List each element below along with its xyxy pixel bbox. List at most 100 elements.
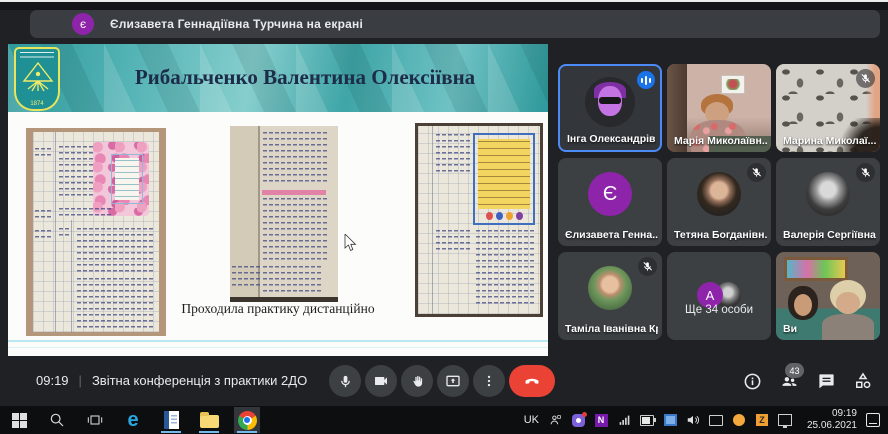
monitor-tray-icon[interactable] xyxy=(778,413,792,427)
notebook-photo-right xyxy=(415,123,543,317)
decoration-card xyxy=(111,154,143,204)
word-button[interactable] xyxy=(158,407,184,433)
participant-tile-maryna[interactable]: Марина Миколаї... xyxy=(776,64,880,152)
column-rule xyxy=(71,220,72,332)
meeting-details-button[interactable] xyxy=(741,370,763,392)
slide-divider-line xyxy=(8,340,548,342)
photo-avatar xyxy=(588,266,632,310)
presenter-avatar: є xyxy=(72,13,94,35)
viber-tray-icon[interactable] xyxy=(571,413,585,427)
participant-name: Єлизавета Генна... xyxy=(565,229,658,241)
chat-button[interactable] xyxy=(815,370,837,392)
margin-rule xyxy=(432,126,433,314)
participant-tile-inga[interactable]: Інга Олександрів... xyxy=(558,64,662,152)
participant-tile-tetyana[interactable]: Тетяна Богданівн... xyxy=(667,158,771,246)
call-controls xyxy=(329,365,555,397)
wall-painting xyxy=(784,257,848,281)
display-tray-icon[interactable] xyxy=(663,413,677,427)
slide-title: Рибальченко Валентина Олексіївна xyxy=(72,65,538,90)
handwriting-block xyxy=(436,230,472,252)
participant-name: Валерія Сергіївна... xyxy=(783,229,876,241)
battery-tray-icon[interactable] xyxy=(640,413,654,427)
file-explorer-button[interactable] xyxy=(196,407,222,433)
self-view-tile[interactable]: Ви xyxy=(776,252,880,340)
action-center-button[interactable] xyxy=(866,413,880,427)
meet-window: є Єлизавета Геннадіївна Турчина на екран… xyxy=(0,0,888,434)
participant-name: Тетяна Богданівн... xyxy=(674,229,767,241)
meet-control-bar: 09:19 | Звітна конференція з практики 2Д… xyxy=(0,356,888,406)
margin-rule xyxy=(55,132,56,332)
mic-off-icon xyxy=(638,257,657,276)
handwriting-block xyxy=(35,148,53,156)
photo-avatar xyxy=(697,172,741,216)
participant-count-badge: 43 xyxy=(785,363,804,378)
mic-off-icon xyxy=(856,69,875,88)
people-tray-icon[interactable] xyxy=(548,413,562,427)
onenote-tray-icon[interactable]: N xyxy=(594,413,608,427)
participant-tile-maria[interactable]: Марія Миколаївн... xyxy=(667,64,771,152)
system-tray: UK N Z 09:19 25.06.2021 xyxy=(524,408,888,433)
handwriting-block xyxy=(59,208,111,216)
handwriting-block xyxy=(263,132,327,186)
keyboard-tray-icon[interactable] xyxy=(709,413,723,427)
network-tray-icon[interactable] xyxy=(617,413,631,427)
participant-name: Інга Олександрів... xyxy=(567,133,656,145)
participant-name: Марина Миколаї... xyxy=(783,135,876,147)
participant-name: Таміла Іванівна Кр... xyxy=(565,323,658,335)
clock-time: 09:19 xyxy=(801,408,857,421)
mouse-cursor xyxy=(344,234,357,252)
edge-button[interactable]: e xyxy=(120,407,146,433)
edge-icon: e xyxy=(127,410,138,430)
notebook-page xyxy=(33,132,159,332)
language-indicator[interactable]: UK xyxy=(524,414,539,426)
mic-button[interactable] xyxy=(329,365,361,397)
participant-tile-valeria[interactable]: Валерія Сергіївна... xyxy=(776,158,880,246)
notebook-page xyxy=(418,126,540,314)
participants-button[interactable]: 43 xyxy=(778,370,800,392)
notification-icon xyxy=(866,413,880,427)
avatar-cartoon xyxy=(585,77,635,127)
task-view-button[interactable] xyxy=(82,407,108,433)
present-screen-button[interactable] xyxy=(437,365,469,397)
folder-icon xyxy=(200,415,219,428)
participant-tile-tamila[interactable]: Таміла Іванівна Кр... xyxy=(558,252,662,340)
leave-call-button[interactable] xyxy=(509,365,555,397)
handwriting-block xyxy=(77,228,155,274)
raise-hand-button[interactable] xyxy=(401,365,433,397)
start-button[interactable] xyxy=(6,407,32,433)
handwriting-block xyxy=(436,134,472,174)
audio-indicator-icon xyxy=(637,71,655,89)
meeting-name: Звітна конференція з практики 2ДО xyxy=(92,373,307,388)
more-options-button[interactable] xyxy=(473,365,505,397)
participant-name: Марія Миколаївн... xyxy=(674,135,767,147)
logo-emblem xyxy=(21,61,55,93)
logo-year: 1874 xyxy=(16,101,58,107)
slide-divider-line-2 xyxy=(8,347,548,348)
search-icon xyxy=(49,412,65,428)
volume-tray-icon[interactable] xyxy=(686,413,700,427)
zoom-app-tray-icon[interactable]: Z xyxy=(755,413,769,427)
activities-button[interactable] xyxy=(852,370,874,392)
participant-tile-yelyzaveta[interactable]: Є Єлизавета Генна... xyxy=(558,158,662,246)
handwriting-block xyxy=(77,278,155,330)
photo-avatar xyxy=(806,172,850,216)
document-icon xyxy=(164,411,179,429)
overflow-participants-tile[interactable]: A Ще 34 особи xyxy=(667,252,771,340)
university-logo-icon: 1874 xyxy=(14,47,60,111)
handwriting-block xyxy=(35,230,53,238)
java-tray-icon[interactable] xyxy=(732,413,746,427)
shared-screen-slide: 1874 Рибальченко Валентина Олексіївна xyxy=(8,44,548,356)
notebook-photo-middle xyxy=(230,126,338,302)
top-strip xyxy=(0,2,888,10)
clock-date: 25.06.2021 xyxy=(801,420,857,433)
chrome-button[interactable] xyxy=(234,407,260,433)
meeting-info: 09:19 | Звітна конференція з практики 2Д… xyxy=(36,373,307,388)
taskbar-clock[interactable]: 09:19 25.06.2021 xyxy=(801,408,857,433)
taskbar-search-button[interactable] xyxy=(44,407,70,433)
overflow-count-label: Ще 34 особи xyxy=(667,304,771,316)
pasted-menu-card xyxy=(473,133,535,225)
camera-button[interactable] xyxy=(365,365,397,397)
handwriting-block xyxy=(35,210,53,218)
cartoon-characters xyxy=(478,212,530,221)
handwriting-block xyxy=(263,198,327,262)
